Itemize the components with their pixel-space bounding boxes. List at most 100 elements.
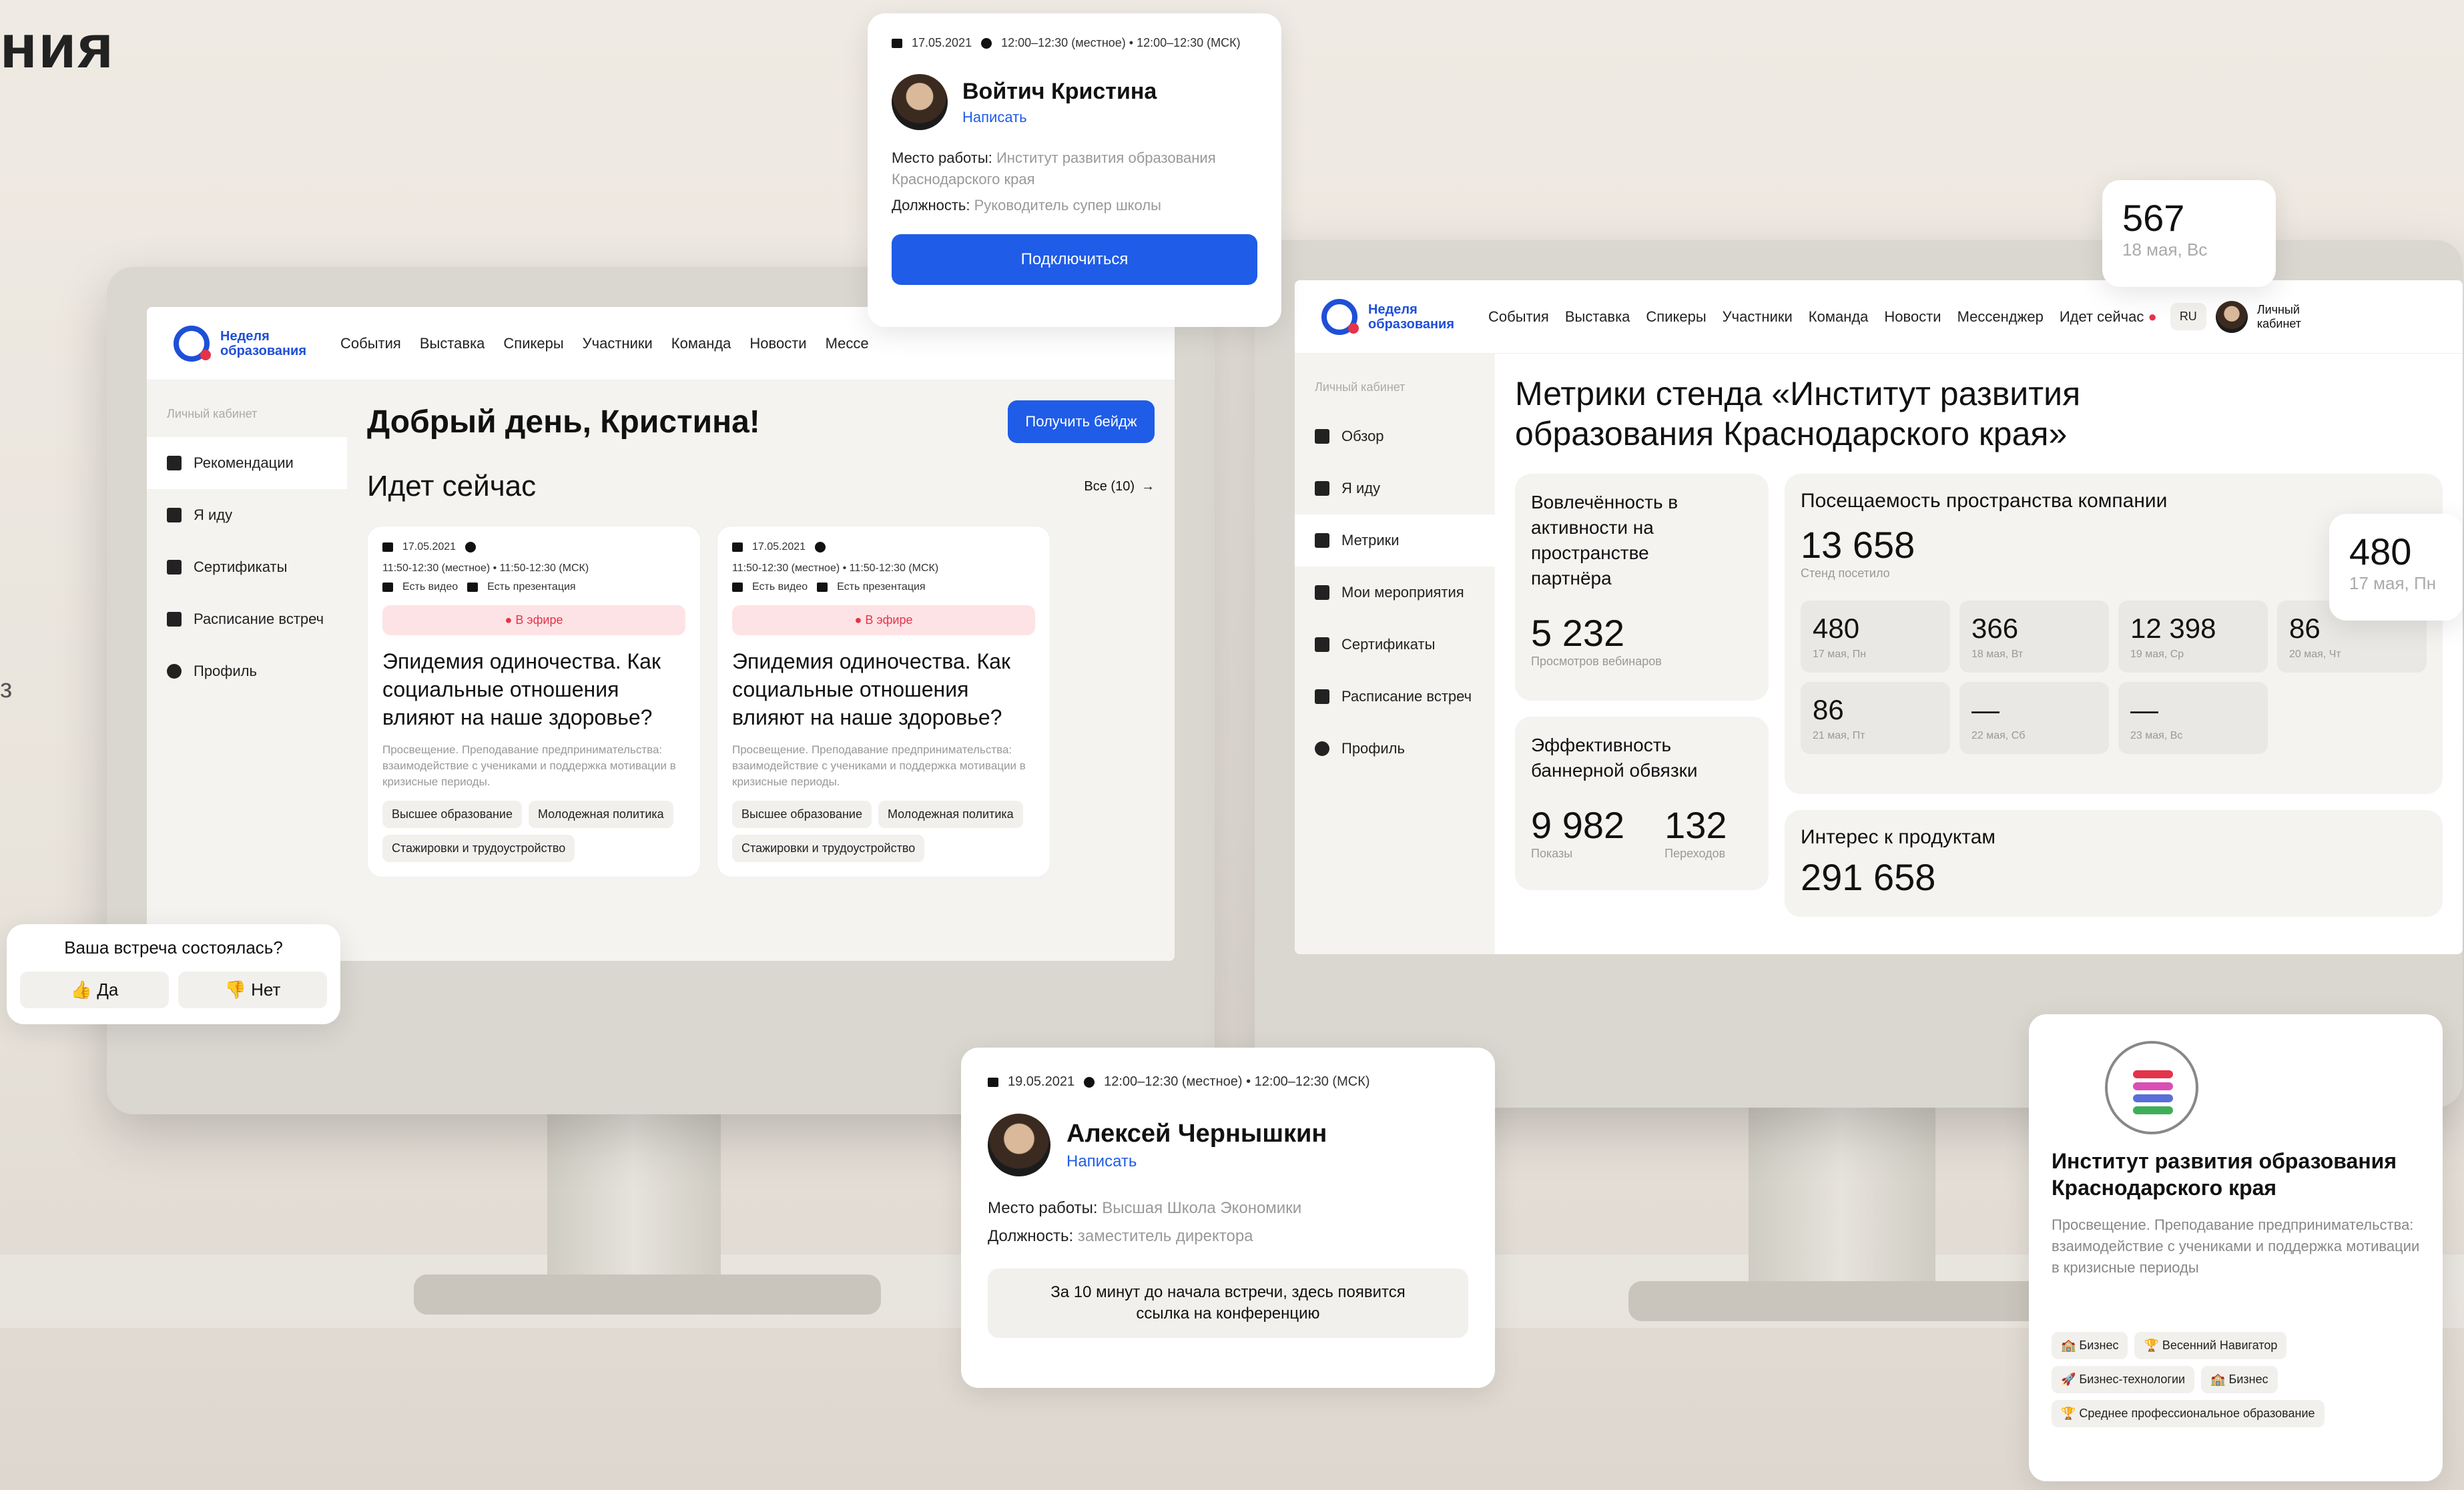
banner-box: Эффективность баннерной обвязки 9 982 Пок… xyxy=(1515,717,1769,890)
event-tag[interactable]: Высшее образование xyxy=(732,801,872,828)
send-icon xyxy=(167,612,182,627)
nav-item[interactable]: Выставка xyxy=(1565,308,1630,326)
sidebar-item-label: Я иду xyxy=(1341,480,1381,496)
nav-item[interactable]: Команда xyxy=(671,335,731,352)
sidebar-item-label: Профиль xyxy=(1341,740,1405,757)
sidebar-item-metrics[interactable]: Метрики xyxy=(1295,514,1495,567)
sidebar-item-going[interactable]: Я иду xyxy=(1295,462,1495,514)
nav-item[interactable]: Новости xyxy=(1884,308,1941,326)
event-card[interactable]: 17.05.2021 11:50-12:30 (местное) • 11:50-… xyxy=(717,526,1050,877)
presentation-icon xyxy=(467,583,479,592)
avatar[interactable] xyxy=(2215,300,2248,333)
sidebar-item-schedule[interactable]: Расписание встреч xyxy=(1295,671,1495,723)
right-monitor: Неделя образования События Выставка Спик… xyxy=(1255,240,2463,1108)
event-title[interactable]: Эпидемия одиночества. Как социальные отн… xyxy=(732,647,1035,731)
all-events-link[interactable]: Все (10) → xyxy=(1084,479,1155,494)
language-select[interactable]: RU xyxy=(2170,303,2206,330)
nav-item[interactable]: Участники xyxy=(1723,308,1793,326)
banner-clicks: 132 xyxy=(1664,804,1727,846)
event-presentation: Есть презентация xyxy=(837,581,926,593)
write-link[interactable]: Написать xyxy=(962,109,1157,126)
nav-item[interactable]: Команда xyxy=(1809,308,1869,326)
role-value: заместитель директора xyxy=(1077,1227,1253,1245)
sidebar-item-schedule[interactable]: Расписание встреч xyxy=(147,593,347,645)
sidebar-item-certificates[interactable]: Сертификаты xyxy=(1295,619,1495,671)
role-row: Должность: заместитель директора xyxy=(988,1227,1468,1246)
avatar xyxy=(892,74,948,130)
nav-item[interactable]: Мессе xyxy=(826,335,869,352)
sidebar-item-label: Профиль xyxy=(194,663,257,679)
event-title[interactable]: Эпидемия одиночества. Как социальные отн… xyxy=(382,647,685,731)
meeting-card-alexey: 19.05.2021 12:00–12:30 (местное) • 12:00… xyxy=(961,1048,1495,1388)
meeting-date: 19.05.2021 xyxy=(1008,1074,1075,1089)
clock-icon xyxy=(1084,1076,1095,1088)
banner-label: Эффективность баннерной обвязки xyxy=(1531,735,1698,781)
yes-button[interactable]: 👍 Да xyxy=(20,972,169,1008)
interest-value: 291 658 xyxy=(1801,856,1936,898)
nav-item-live[interactable]: Идет сейчас ● xyxy=(2060,308,2157,326)
event-tag[interactable]: Высшее образование xyxy=(382,801,522,828)
event-tag[interactable]: Стажировки и трудоустройство xyxy=(382,835,575,862)
nav-item[interactable]: Участники xyxy=(583,335,653,352)
engagement-value: 5 232 xyxy=(1531,612,1625,654)
event-card[interactable]: 17.05.2021 11:50-12:30 (местное) • 11:50-… xyxy=(367,526,701,877)
send-icon xyxy=(1315,689,1329,704)
nav-item[interactable]: Выставка xyxy=(420,335,485,352)
sidebar-item-profile[interactable]: Профиль xyxy=(1295,723,1495,775)
event-description: Просвещение. Преподавание предпринимател… xyxy=(382,743,676,788)
sidebar-item-going[interactable]: Я иду xyxy=(147,489,347,541)
event-tag[interactable]: Стажировки и трудоустройство xyxy=(732,835,925,862)
site-logo[interactable]: Неделя образования xyxy=(1321,298,1454,335)
right-monitor-foot xyxy=(1628,1281,2069,1321)
site-logo[interactable]: Неделя образования xyxy=(174,325,307,362)
sidebar-item-certificates[interactable]: Сертификаты xyxy=(147,541,347,593)
get-badge-button[interactable]: Получить бейдж xyxy=(1008,400,1155,443)
no-button[interactable]: 👎 Нет xyxy=(178,972,327,1008)
org-tag[interactable]: 🏫 Бизнес xyxy=(2052,1332,2128,1359)
sidebar-header: Личный кабинет xyxy=(167,407,258,420)
tooltip-date: 18 мая, Вс xyxy=(2122,240,2208,260)
day-date: 17 мая, Пн xyxy=(1813,649,1867,660)
sidebar-item-label: Метрики xyxy=(1341,532,1400,548)
sidebar-item-profile[interactable]: Профиль xyxy=(147,645,347,697)
sidebar-item-overview[interactable]: Обзор xyxy=(1295,410,1495,462)
right-sidebar: Личный кабинет Обзор Я иду Метрики Мои м… xyxy=(1295,354,1495,954)
bookmark-icon xyxy=(167,508,182,522)
right-main: Метрики стенда «Институт развития образо… xyxy=(1495,354,2463,954)
attendance-label: Посещаемость пространства компании xyxy=(1801,490,2168,512)
page-title-fragment: ния xyxy=(0,13,115,81)
sidebar-item-label: Я иду xyxy=(194,506,233,523)
org-tag[interactable]: 🏆 Весенний Навигатор xyxy=(2134,1332,2287,1359)
sidebar-item-recommendations[interactable]: Рекомендации xyxy=(147,437,347,489)
engagement-box: Вовлечённость в активности на пространст… xyxy=(1515,474,1769,701)
logo-text: Неделя образования xyxy=(220,328,307,358)
org-tag[interactable]: 🚀 Бизнес-технологии xyxy=(2052,1366,2195,1393)
work-row: Место работы: Высшая Школа Экономики xyxy=(988,1199,1468,1218)
nav-item[interactable]: События xyxy=(1488,308,1549,326)
cabinet-link[interactable]: Личный кабинет xyxy=(2257,303,2311,331)
bookmark-icon xyxy=(1315,481,1329,496)
nav-item[interactable]: Новости xyxy=(749,335,806,352)
live-label: В эфире xyxy=(865,613,913,627)
org-tag[interactable]: 🏫 Бизнес xyxy=(2201,1366,2278,1393)
star-icon xyxy=(1315,637,1329,652)
connect-button[interactable]: Подключиться xyxy=(892,234,1257,285)
right-monitor-stand xyxy=(1749,1094,1935,1308)
event-tag[interactable]: Молодежная политика xyxy=(528,801,673,828)
nav-item[interactable]: Мессенджер xyxy=(1957,308,2044,326)
day-date: 22 мая, Сб xyxy=(1971,730,2026,741)
day-stat: 480 17 мая, Пн xyxy=(1801,601,1950,673)
nav-item[interactable]: Спикеры xyxy=(503,335,563,352)
nav-item[interactable]: События xyxy=(340,335,401,352)
sidebar-item-label: Рекомендации xyxy=(194,454,294,471)
nav-item-label: Идет сейчас xyxy=(2059,308,2144,325)
event-time: 11:50-12:30 (местное) • 11:50-12:30 (МСК… xyxy=(732,563,939,574)
write-link[interactable]: Написать xyxy=(1066,1152,1327,1171)
event-video: Есть видео xyxy=(402,581,458,593)
left-main: Добрый день, Кристина! Получить бейдж Ид… xyxy=(347,380,1175,961)
nav-item[interactable]: Спикеры xyxy=(1646,308,1706,326)
event-tag[interactable]: Молодежная политика xyxy=(878,801,1023,828)
main-nav: События Выставка Спикеры Участники Коман… xyxy=(340,335,869,352)
org-tag[interactable]: 🏆 Среднее профессиональное образование xyxy=(2052,1400,2325,1427)
sidebar-item-my-events[interactable]: Мои мероприятия xyxy=(1295,567,1495,619)
